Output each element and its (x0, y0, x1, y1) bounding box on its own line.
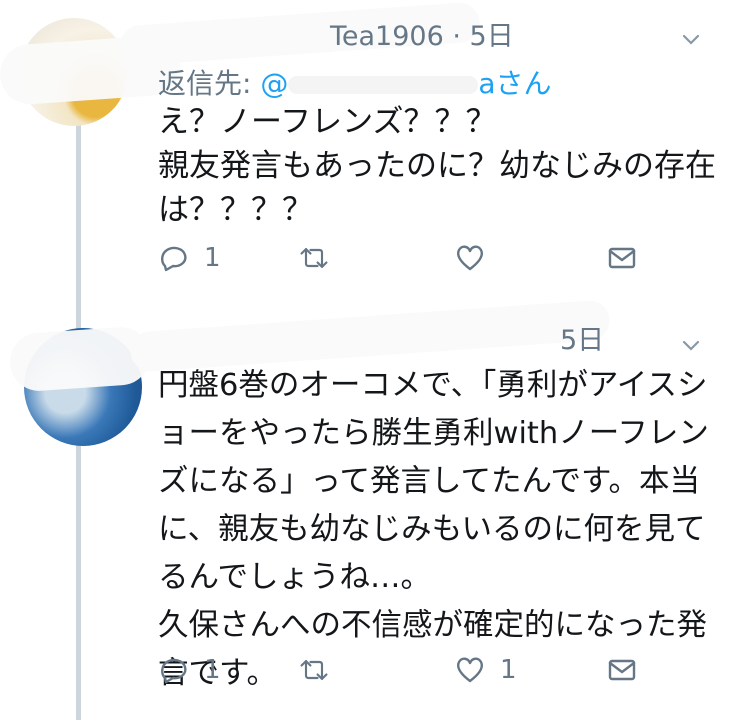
reply-to-label: 返信先: (158, 67, 261, 100)
chevron-down-icon[interactable] (682, 30, 700, 48)
tweet-actions: 1 (158, 238, 658, 278)
direct-message-button[interactable] (606, 650, 638, 690)
tweet-header: Tea1906 · 5日 (330, 21, 514, 52)
retweet-button[interactable] (298, 238, 344, 278)
tweet-actions: 1 1 (158, 650, 658, 690)
retweet-button[interactable] (298, 650, 344, 690)
tweet-header: 5日 (560, 325, 605, 356)
like-button[interactable]: 1 (454, 650, 517, 690)
direct-message-button[interactable] (606, 238, 638, 278)
envelope-icon (608, 659, 636, 681)
reply-button[interactable]: 1 (158, 650, 221, 690)
redaction-scribble (8, 325, 152, 393)
reply-button[interactable]: 1 (158, 238, 221, 278)
heart-icon (456, 657, 484, 683)
reply-count: 1 (204, 655, 221, 685)
like-button[interactable] (454, 238, 500, 278)
heart-icon (456, 245, 484, 271)
envelope-icon (608, 247, 636, 269)
reply-icon (161, 658, 187, 684)
retweet-icon (300, 660, 328, 680)
reply-to-handle[interactable]: @ (260, 67, 288, 100)
tweet[interactable]: 5日 円盤6巻のオーコメで、「勇利がアイスシ ョーをやったら勝生勇利withノー… (0, 299, 729, 720)
reply-to-handle-suffix[interactable]: aさん (478, 67, 551, 100)
chevron-down-icon[interactable] (682, 336, 700, 354)
tweet-text: 円盤6巻のオーコメで、「勇利がアイスシ ョーをやったら勝生勇利withノーフレン… (158, 368, 709, 691)
reply-to-line: 返信先: @ aさん (158, 62, 552, 102)
redaction-scribble (288, 76, 479, 94)
reply-icon (161, 246, 187, 272)
tweet[interactable]: Tea1906 · 5日 返信先: @ aさん え？ノーフレンズ？？？ 親友発言も… (0, 0, 729, 300)
tweet-text: え？ノーフレンズ？？？ 親友発言もあったのに？幼なじみの存在 は？？？？ (158, 104, 716, 228)
retweet-icon (300, 248, 328, 268)
like-count: 1 (500, 655, 517, 685)
reply-count: 1 (204, 243, 221, 273)
